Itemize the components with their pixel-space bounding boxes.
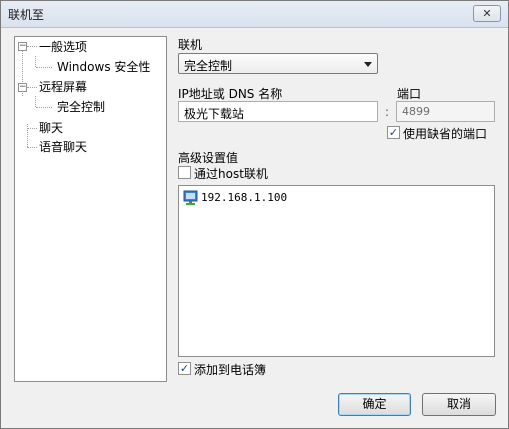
tree-line xyxy=(36,67,52,68)
tree-item-general[interactable]: 一般选项 xyxy=(39,38,87,56)
connection-label: 联机 xyxy=(178,38,203,52)
via-host-label: 通过host联机 xyxy=(194,167,268,181)
host-entry-text: 192.168.1.100 xyxy=(201,191,288,204)
title-bar[interactable]: 联机至 ✕ xyxy=(1,1,508,28)
options-tree[interactable]: − 一般选项 Windows 安全性 − 远程屏幕 完全控制 聊天 语音聊天 xyxy=(14,36,167,382)
connection-type-value: 完全控制 xyxy=(184,59,233,73)
connection-type-select[interactable]: 完全控制 xyxy=(178,53,378,74)
tree-item-full-control[interactable]: 完全控制 xyxy=(57,98,105,116)
host-list[interactable]: 192.168.1.100 xyxy=(178,185,495,357)
tree-item-remote-screen[interactable]: 远程屏幕 xyxy=(39,78,87,96)
connect-dialog: 联机至 ✕ − 一般选项 Windows 安全性 − 远程屏幕 完全控制 聊天 … xyxy=(0,0,509,429)
add-to-phonebook-label: 添加到电话簿 xyxy=(194,363,267,377)
via-host-checkbox[interactable] xyxy=(178,166,191,179)
chevron-down-icon xyxy=(364,62,372,67)
tree-line xyxy=(35,56,36,67)
port-label: 端口 xyxy=(397,87,422,101)
ok-button[interactable]: 确定 xyxy=(338,393,411,416)
close-button[interactable]: ✕ xyxy=(473,5,501,22)
add-to-phonebook-checkbox[interactable]: ✓ xyxy=(178,362,191,375)
advanced-label: 高级设置值 xyxy=(178,151,239,165)
collapse-icon[interactable]: − xyxy=(18,83,27,92)
host-input[interactable]: 极光下载站 xyxy=(178,101,378,122)
tree-line xyxy=(27,128,37,129)
tree-item-windows-security[interactable]: Windows 安全性 xyxy=(57,58,150,76)
default-port-label: 使用缺省的端口 xyxy=(403,127,488,141)
host-value: 极光下载站 xyxy=(184,107,245,121)
port-input[interactable]: 4899 xyxy=(396,101,495,122)
port-separator: : xyxy=(385,105,390,119)
tree-item-voice-chat[interactable]: 语音聊天 xyxy=(39,138,87,156)
computer-icon xyxy=(183,190,198,205)
tree-line xyxy=(35,96,36,107)
tree-line xyxy=(27,147,37,148)
tree-line xyxy=(27,87,37,88)
default-port-checkbox[interactable]: ✓ xyxy=(387,126,400,139)
cancel-button[interactable]: 取消 xyxy=(422,393,496,416)
tree-item-chat[interactable]: 聊天 xyxy=(39,119,63,137)
port-value: 4899 xyxy=(402,105,430,118)
window-title: 联机至 xyxy=(8,8,45,22)
close-icon: ✕ xyxy=(482,7,492,20)
host-label: IP地址或 DNS 名称 xyxy=(178,87,283,101)
tree-line xyxy=(27,46,37,47)
collapse-icon[interactable]: − xyxy=(18,42,27,51)
tree-line xyxy=(36,107,52,108)
